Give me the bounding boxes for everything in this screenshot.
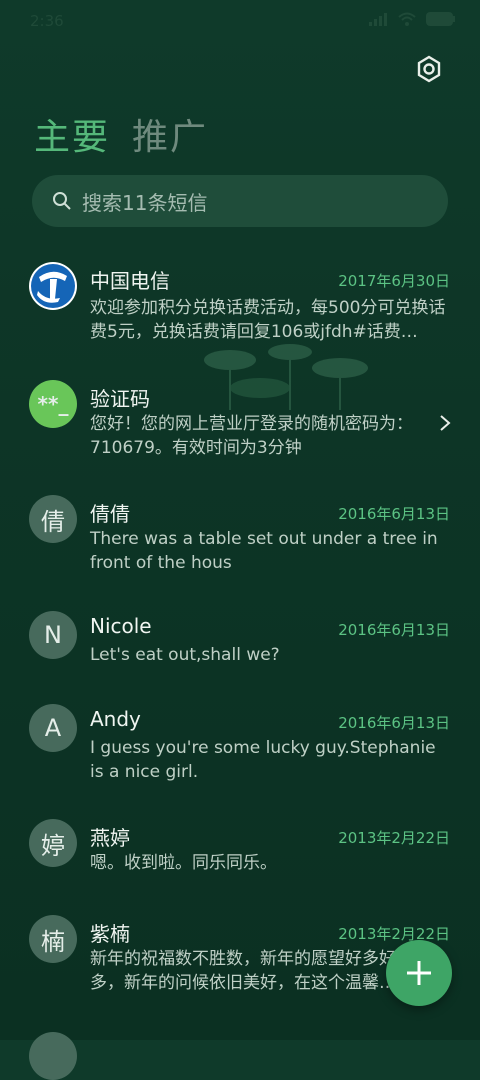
list-item[interactable]: 倩 倩倩 2016年6月13日 There was a table set ou…: [0, 482, 480, 598]
contact-avatar: [29, 1032, 77, 1080]
message-date: 2016年6月13日: [338, 621, 450, 639]
contact-name: Nicole: [90, 614, 152, 638]
status-time: 2:36: [30, 12, 64, 30]
message-date: 2016年6月13日: [338, 714, 450, 732]
message-date: 2017年6月30日: [338, 272, 450, 290]
contact-avatar: A: [29, 704, 77, 752]
status-bar: 2:36: [0, 0, 480, 40]
list-item[interactable]: **_ 验证码 您好！您的网上营业厅登录的随机密码为：710679。有效时间为3…: [0, 366, 480, 482]
status-icons: [368, 12, 456, 26]
wifi-icon: [398, 12, 416, 26]
message-preview: 嗯。收到啦。同乐同乐。: [90, 853, 277, 873]
telecom-logo-icon: [31, 264, 75, 308]
message-preview: There was a table set out under a tree i…: [90, 529, 438, 573]
contact-avatar: 倩: [29, 495, 77, 543]
contact-avatar: 楠: [29, 915, 77, 963]
plus-icon: [407, 961, 431, 985]
list-item[interactable]: A Andy 2016年6月13日 I guess you're some lu…: [0, 692, 480, 808]
search-placeholder: 搜索11条短信: [82, 190, 208, 215]
message-preview: I guess you're some lucky guy.Stephanie …: [90, 738, 436, 782]
signal-icon: [369, 13, 387, 26]
message-date: 2013年2月22日: [338, 829, 450, 847]
contact-name: Andy: [90, 707, 141, 731]
contact-name: 紫楠: [90, 922, 130, 946]
contact-avatar: **_: [29, 380, 77, 428]
settings-icon: [417, 55, 441, 83]
contact-avatar: N: [29, 611, 77, 659]
contact-name: 验证码: [90, 387, 150, 411]
search-icon: [53, 192, 71, 210]
message-date: 2013年2月22日: [338, 925, 450, 943]
message-date: 2016年6月13日: [338, 505, 450, 523]
search-bar[interactable]: 搜索11条短信: [32, 175, 448, 227]
list-item[interactable]: [0, 1018, 480, 1080]
contact-name: 中国电信: [90, 269, 170, 293]
telecom-logo-avatar: [29, 262, 77, 310]
tab-primary[interactable]: 主要: [34, 108, 110, 160]
message-preview: 新年的祝福数不胜数，新年的愿望好多好多，新年的问候依旧美好，在这个温馨的时刻: [90, 949, 396, 993]
contact-name: 倩倩: [90, 502, 130, 526]
list-item[interactable]: N Nicole 2016年6月13日 Let's eat out,shall …: [0, 598, 480, 692]
settings-button[interactable]: [414, 54, 444, 84]
tab-promotions[interactable]: 推广: [132, 108, 208, 160]
battery-icon: [426, 12, 455, 26]
list-item[interactable]: 中国电信 2017年6月30日 欢迎参加积分兑换话费活动，每500分可兑换话费5…: [0, 250, 480, 366]
message-preview: 您好！您的网上营业厅登录的随机密码为：710679。有效时间为3分钟: [90, 414, 413, 458]
message-preview: 欢迎参加积分兑换话费活动，每500分可兑换话费5元，兑换话费请回复106或jfd…: [90, 298, 446, 342]
message-preview: Let's eat out,shall we?: [90, 645, 280, 665]
contact-name: 燕婷: [90, 826, 130, 850]
new-message-button[interactable]: [386, 940, 452, 1006]
contact-avatar: 婷: [29, 819, 77, 867]
chevron-right-icon[interactable]: [438, 414, 452, 432]
list-item[interactable]: 婷 燕婷 2013年2月22日 嗯。收到啦。同乐同乐。: [0, 808, 480, 902]
tab-bar: 主要 推广: [34, 108, 208, 160]
